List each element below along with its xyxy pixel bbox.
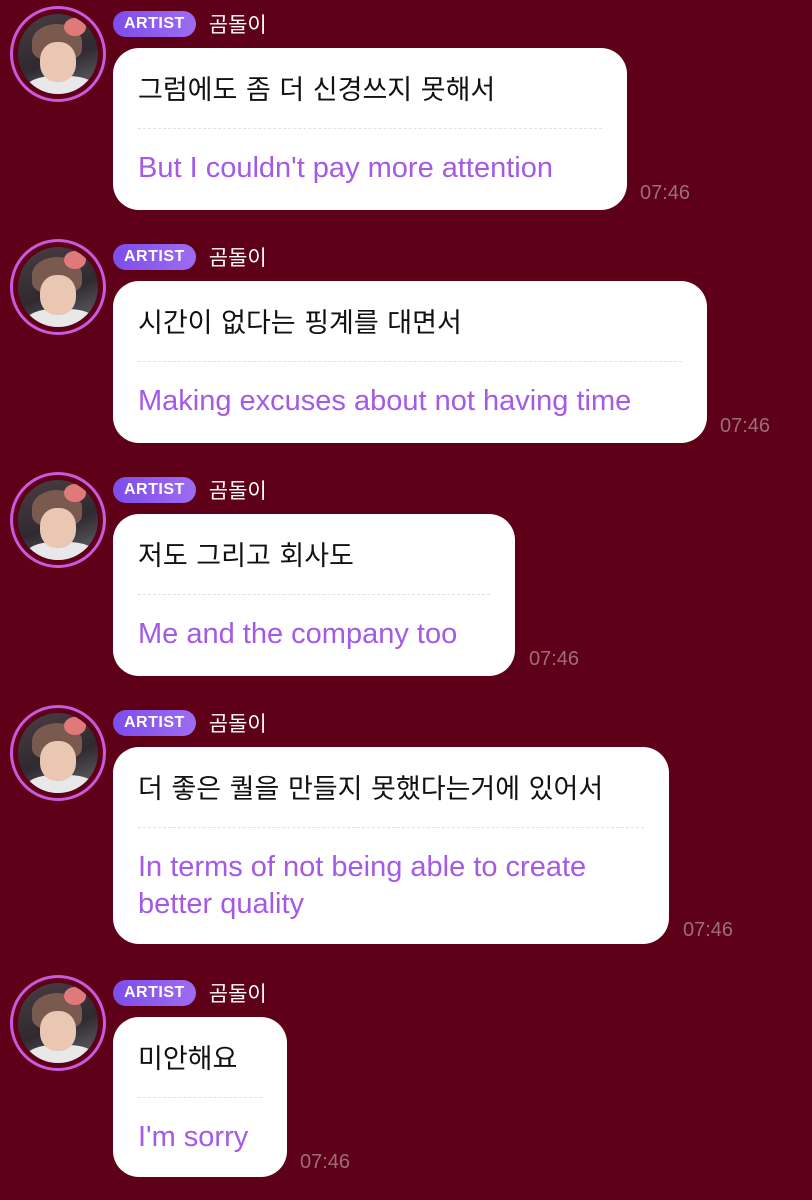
message-bubble[interactable]: 저도 그리고 회사도 Me and the company too [113,514,515,676]
avatar[interactable] [10,472,106,568]
avatar[interactable] [10,705,106,801]
avatar-photo [18,983,98,1063]
sender-name[interactable]: 곰돌이 [209,9,267,39]
avatar-photo [18,713,98,793]
message-bubble[interactable]: 더 좋은 퀄을 만들지 못했다는거에 있어서 In terms of not b… [113,747,669,944]
message-header: ARTIST 곰돌이 [113,978,267,1008]
sender-name[interactable]: 곰돌이 [209,708,267,738]
avatar-photo [18,247,98,327]
avatar[interactable] [10,975,106,1071]
message-bubble[interactable]: 시간이 없다는 핑계를 대면서 Making excuses about not… [113,281,707,443]
artist-badge: ARTIST [113,244,196,270]
message-text: 더 좋은 퀄을 만들지 못했다는거에 있어서 [138,774,604,805]
avatar-photo [18,480,98,560]
message-bubble[interactable]: 그럼에도 좀 더 신경쓰지 못해서 But I couldn't pay mor… [113,48,627,210]
translation-divider [138,827,644,828]
message-header: ARTIST 곰돌이 [113,9,267,39]
message-timestamp: 07:46 [720,415,771,437]
message-timestamp: 07:46 [529,648,580,670]
translation-text: I'm sorry [138,1121,249,1153]
translation-divider [138,128,602,129]
artist-badge: ARTIST [113,11,196,37]
sender-name[interactable]: 곰돌이 [209,242,267,272]
translation-text: In terms of not being able to create bet… [138,851,587,920]
translation-divider [138,594,490,595]
message-bubble[interactable]: 미안해요 I'm sorry [113,1017,287,1177]
message-header: ARTIST 곰돌이 [113,242,267,272]
message-timestamp: 07:46 [640,182,691,204]
translation-divider [138,361,682,362]
avatar[interactable] [10,239,106,335]
avatar-photo [18,14,98,94]
artist-badge: ARTIST [113,477,196,503]
avatar[interactable] [10,6,106,102]
translation-text: Me and the company too [138,618,458,650]
message-header: ARTIST 곰돌이 [113,708,267,738]
translation-divider [138,1097,262,1098]
translation-text: But I couldn't pay more attention [138,152,554,184]
message-header: ARTIST 곰돌이 [113,475,267,505]
artist-badge: ARTIST [113,710,196,736]
artist-badge: ARTIST [113,980,196,1006]
chat-thread: ARTIST 곰돌이 그럼에도 좀 더 신경쓰지 못해서 But I could… [0,0,812,1200]
message-timestamp: 07:46 [300,1151,351,1173]
sender-name[interactable]: 곰돌이 [209,475,267,505]
message-text: 저도 그리고 회사도 [138,541,354,572]
sender-name[interactable]: 곰돌이 [209,978,267,1008]
translation-text: Making excuses about not having time [138,385,632,417]
message-text: 그럼에도 좀 더 신경쓰지 못해서 [138,75,496,106]
message-text: 미안해요 [138,1044,238,1075]
message-text: 시간이 없다는 핑계를 대면서 [138,308,462,339]
message-timestamp: 07:46 [683,919,734,941]
